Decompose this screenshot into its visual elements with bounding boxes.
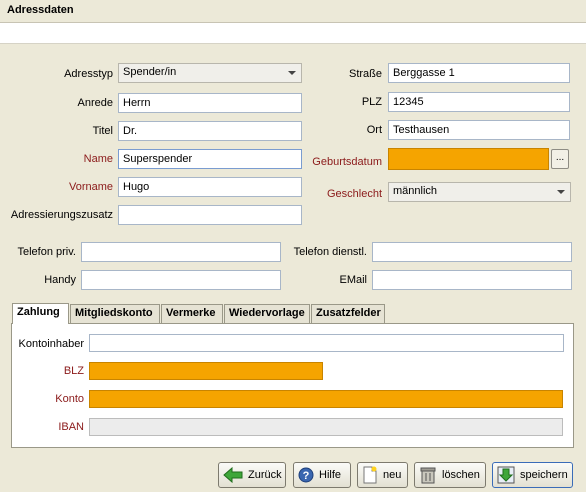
iban-label: IBAN — [58, 421, 84, 433]
date-picker-button[interactable]: ... — [551, 149, 569, 169]
speichern-button[interactable]: speichern — [492, 462, 573, 488]
geschlecht-select[interactable]: männlich — [388, 182, 571, 202]
anrede-field[interactable]: Herrn — [118, 93, 302, 113]
telefon-priv-label: Telefon priv. — [17, 246, 77, 258]
name-label: Name — [83, 153, 113, 165]
tab-zahlung[interactable]: Zahlung — [12, 303, 69, 324]
chevron-down-icon — [288, 71, 296, 75]
iban-field[interactable] — [89, 418, 563, 436]
plz-field[interactable]: 12345 — [388, 92, 570, 112]
ort-field[interactable]: Testhausen — [388, 120, 570, 140]
tab-zusatzfelder[interactable]: Zusatzfelder — [311, 304, 385, 323]
loeschen-button[interactable]: löschen — [414, 462, 486, 488]
name-field[interactable]: Superspender — [118, 149, 302, 169]
vorname-field[interactable]: Hugo — [118, 177, 302, 197]
help-icon: ? — [298, 467, 314, 483]
tab-vermerke[interactable]: Vermerke — [161, 304, 223, 323]
loeschen-label: löschen — [442, 469, 480, 481]
geburtsdatum-label: Geburtsdatum — [312, 156, 382, 168]
kontoinhaber-label: Kontoinhaber — [18, 338, 84, 350]
zurueck-button[interactable]: Zurück — [218, 462, 286, 488]
tab-mitgliedskonto[interactable]: Mitgliedskonto — [70, 304, 160, 323]
tab-wiedervorlage[interactable]: Wiedervorlage — [224, 304, 310, 323]
titel-label: Titel — [92, 125, 113, 137]
trash-icon — [420, 467, 436, 484]
adresstyp-select[interactable]: Spender/in — [118, 63, 302, 83]
header-strip — [0, 23, 586, 44]
konto-field[interactable] — [89, 390, 563, 408]
telefon-priv-field[interactable] — [81, 242, 281, 262]
ort-label: Ort — [366, 124, 382, 136]
hilfe-label: Hilfe — [319, 469, 342, 481]
neu-button[interactable]: neu — [357, 462, 408, 488]
blz-label: BLZ — [63, 365, 84, 377]
neu-label: neu — [383, 469, 402, 481]
geschlecht-value: männlich — [393, 185, 438, 197]
window-title: Adressdaten — [7, 4, 74, 16]
konto-label: Konto — [55, 393, 84, 405]
zurueck-label: Zurück — [248, 469, 282, 481]
svg-text:?: ? — [303, 470, 310, 482]
window-titlebar: Adressdaten — [0, 0, 586, 23]
arrow-left-icon — [223, 467, 243, 483]
handy-label: Handy — [44, 274, 76, 286]
hilfe-button[interactable]: ? Hilfe — [293, 462, 351, 488]
adresstyp-value: Spender/in — [123, 66, 177, 78]
email-field[interactable] — [372, 270, 572, 290]
new-document-icon — [363, 466, 377, 484]
strasse-label: Straße — [348, 68, 382, 80]
telefon-dienstl-field[interactable] — [372, 242, 572, 262]
telefon-dienstl-label: Telefon dienstl. — [293, 246, 367, 258]
kontoinhaber-field[interactable] — [89, 334, 564, 352]
adresstyp-label: Adresstyp — [64, 68, 113, 80]
chevron-down-icon — [557, 190, 565, 194]
speichern-label: speichern — [520, 469, 568, 481]
titel-field[interactable]: Dr. — [118, 121, 302, 141]
handy-field[interactable] — [81, 270, 281, 290]
save-icon — [497, 466, 515, 484]
email-label: EMail — [339, 274, 367, 286]
adressierungszusatz-field[interactable] — [118, 205, 302, 225]
adressierungszusatz-label: Adressierungszusatz — [10, 209, 113, 221]
geschlecht-label: Geschlecht — [326, 188, 382, 200]
strasse-field[interactable]: Berggasse 1 — [388, 63, 570, 83]
vorname-label: Vorname — [68, 181, 113, 193]
geburtsdatum-field[interactable] — [388, 148, 549, 170]
blz-field[interactable] — [89, 362, 323, 380]
plz-label: PLZ — [361, 96, 382, 108]
anrede-label: Anrede — [77, 97, 113, 109]
